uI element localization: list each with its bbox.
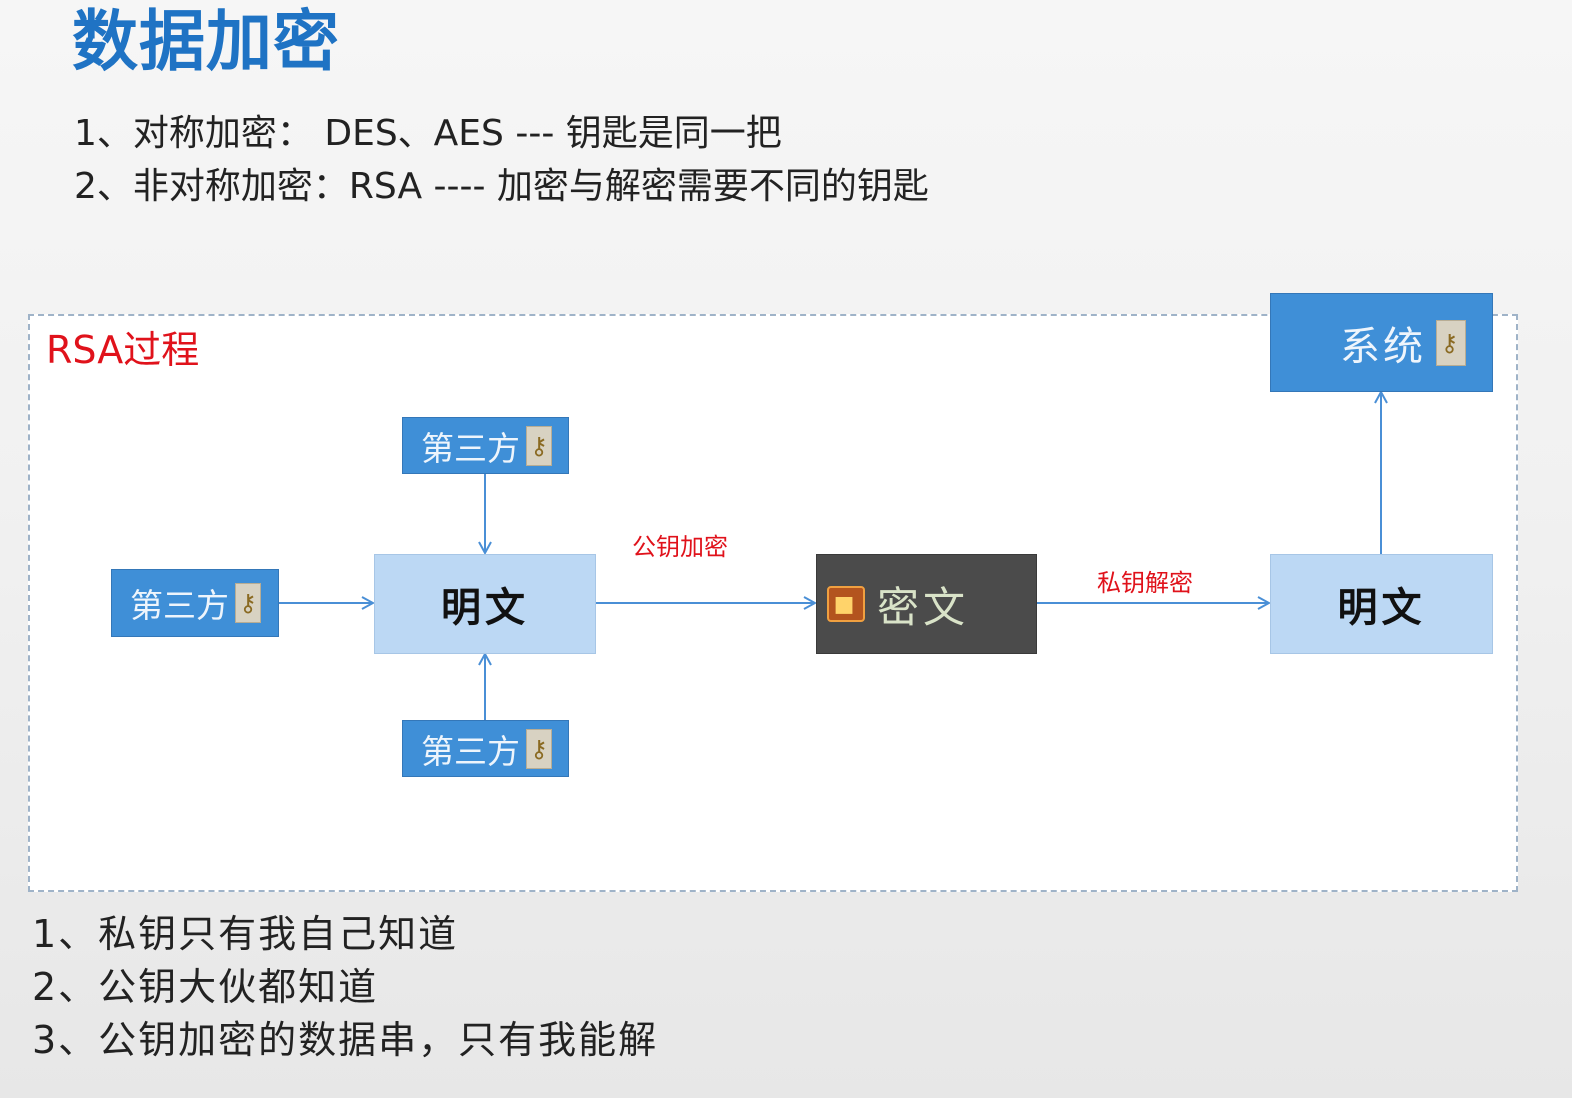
third-party-top-label: 第三方 bbox=[421, 428, 520, 468]
asymmetric-encryption-line: 2、非对称加密：RSA ---- 加密与解密需要不同的钥匙 bbox=[74, 166, 929, 207]
note-private-key: 1、私钥只有我自己知道 bbox=[32, 912, 459, 956]
private-key-decrypt-label: 私钥解密 bbox=[1097, 569, 1193, 597]
plaintext-box-receiver: 明文 bbox=[1270, 554, 1493, 654]
third-party-top: 第三方 ⚷ bbox=[402, 417, 569, 474]
public-key-encrypt-label: 公钥加密 bbox=[632, 533, 728, 561]
page-title: 数据加密 bbox=[72, 3, 340, 80]
system-box: 系统 ⚷ bbox=[1270, 293, 1493, 392]
plaintext-sender-label: 明文 bbox=[441, 585, 529, 631]
key-icon: ⚷ bbox=[526, 425, 552, 466]
ciphertext-label: 密文 bbox=[877, 582, 970, 632]
note-public-key: 2、公钥大伙都知道 bbox=[32, 965, 379, 1009]
third-party-left-label: 第三方 bbox=[130, 586, 229, 625]
ciphertext-box: ■ 密文 bbox=[816, 554, 1037, 654]
system-label: 系统 bbox=[1340, 323, 1426, 370]
symmetric-encryption-line: 1、对称加密： DES、AES --- 钥匙是同一把 bbox=[74, 113, 782, 154]
third-party-bottom-label: 第三方 bbox=[421, 731, 520, 771]
rsa-process-title: RSA过程 bbox=[46, 328, 200, 372]
key-icon: ⚷ bbox=[235, 583, 261, 623]
lock-icon: ■ bbox=[827, 586, 865, 622]
third-party-left: 第三方 ⚷ bbox=[111, 569, 279, 637]
plaintext-box-sender: 明文 bbox=[374, 554, 596, 654]
key-icon: ⚷ bbox=[1436, 319, 1466, 366]
plaintext-receiver-label: 明文 bbox=[1337, 585, 1426, 631]
key-icon: ⚷ bbox=[526, 728, 552, 769]
note-encrypted-data: 3、公钥加密的数据串，只有我能解 bbox=[32, 1018, 659, 1062]
third-party-bottom: 第三方 ⚷ bbox=[402, 720, 569, 777]
